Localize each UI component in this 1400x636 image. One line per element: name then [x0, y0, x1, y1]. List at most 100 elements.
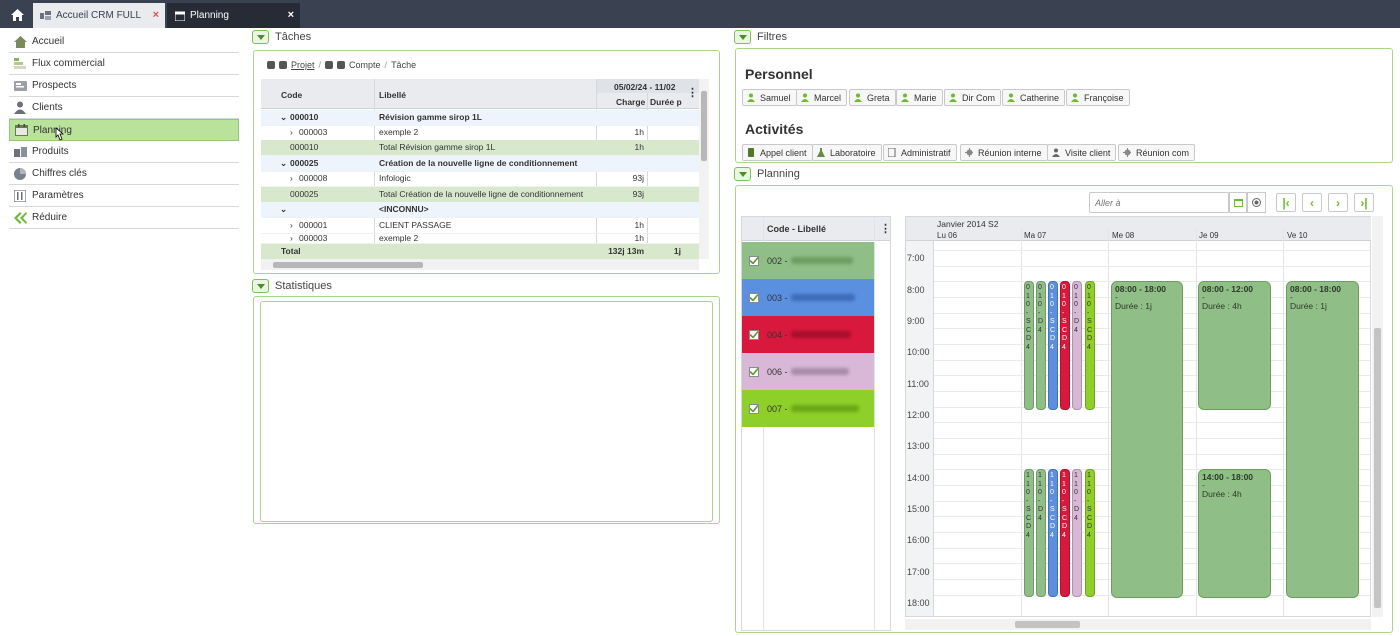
planning-header[interactable]: Planning: [734, 166, 800, 182]
event-me08[interactable]: 08:00 - 18:00 - Durée : 1j: [1111, 281, 1183, 598]
horizontal-scrollbar[interactable]: [905, 619, 1371, 630]
sidebar-item-accueil[interactable]: Accueil: [9, 31, 239, 53]
sidebar-item-chiffres-cles[interactable]: Chiffres clés: [9, 163, 239, 185]
vertical-scrollbar[interactable]: [699, 79, 709, 259]
table-row[interactable]: 000010 Total Révision gamme sirop 1L 1h: [261, 140, 699, 156]
table-row[interactable]: › 000003 exemple 2 1h: [261, 233, 699, 244]
event-narrow[interactable]: 010-SCD4: [1048, 281, 1058, 410]
chevron-down-icon[interactable]: [734, 167, 751, 181]
goto-date-input[interactable]: [1089, 192, 1229, 213]
table-row[interactable]: › 000001 CLIENT PASSAGE 1h: [261, 218, 699, 234]
filter-chip-reunion-interne[interactable]: Réunion interne: [960, 144, 1048, 161]
checkbox[interactable]: [749, 366, 759, 377]
statistiques-header[interactable]: Statistiques: [252, 278, 332, 294]
breadcrumb-projet[interactable]: Projet: [291, 60, 315, 70]
sidebar-item-prospects[interactable]: Prospects: [9, 75, 239, 97]
chevron-down-icon[interactable]: [252, 279, 269, 293]
event-je09-afternoon[interactable]: 14:00 - 18:00 - Durée : 4h: [1198, 469, 1271, 598]
table-row[interactable]: › 000003 exemple 2 1h: [261, 125, 699, 141]
column-header-code[interactable]: Code: [281, 90, 302, 100]
sidebar-item-flux-commercial[interactable]: Flux commercial: [9, 53, 239, 75]
filter-chip-catherine[interactable]: Catherine: [1002, 89, 1066, 106]
column-header-charge[interactable]: Charge: [616, 97, 645, 107]
checkbox[interactable]: [749, 292, 759, 303]
filter-chip-marcel[interactable]: Marcel: [796, 89, 848, 106]
sidebar-item-parametres[interactable]: Paramètres: [9, 185, 239, 207]
resource-header-label[interactable]: Code - Libellé: [767, 224, 826, 234]
checkbox[interactable]: [749, 403, 759, 414]
event-narrow[interactable]: 010-D4: [1072, 281, 1082, 410]
today-button[interactable]: [1247, 192, 1266, 213]
column-menu-icon[interactable]: ⋮: [880, 222, 891, 235]
first-page-button[interactable]: |‹: [1276, 193, 1296, 212]
day-header-je09[interactable]: Je 09: [1199, 231, 1219, 240]
filter-chip-samuel[interactable]: Samuel: [742, 89, 797, 106]
table-row[interactable]: 000025 Total Création de la nouvelle lig…: [261, 187, 699, 203]
tab-planning[interactable]: Planning ×: [167, 3, 300, 28]
resource-row-002[interactable]: 002 -: [742, 242, 874, 279]
breadcrumb-tache[interactable]: Tâche: [391, 60, 416, 70]
vertical-scrollbar[interactable]: [1372, 216, 1383, 617]
resource-row-007[interactable]: 007 -: [742, 390, 874, 427]
filter-chip-francoise[interactable]: Françoise: [1066, 89, 1130, 106]
event-narrow[interactable]: 110-D4: [1036, 469, 1046, 597]
close-icon[interactable]: ×: [153, 9, 159, 21]
collapse-all-icon[interactable]: [279, 61, 287, 69]
sidebar-item-planning[interactable]: Planning: [9, 119, 239, 141]
last-page-button[interactable]: ›|: [1354, 193, 1374, 212]
expand-icon[interactable]: [325, 61, 334, 69]
table-row[interactable]: ⌄ 000025 Création de la nouvelle ligne d…: [261, 156, 699, 172]
filter-chip-visite-client[interactable]: Visite client: [1047, 144, 1117, 161]
day-header-me08[interactable]: Me 08: [1112, 231, 1134, 240]
event-narrow[interactable]: 110-SCD4: [1048, 469, 1058, 597]
resource-row-004[interactable]: 004 -: [742, 316, 874, 353]
chevron-down-icon[interactable]: ⌄: [261, 204, 287, 215]
collapse-all-icon[interactable]: [337, 61, 346, 69]
sidebar-item-produits[interactable]: Produits: [9, 141, 239, 163]
breadcrumb-compte[interactable]: Compte: [349, 60, 381, 70]
horizontal-scrollbar[interactable]: [261, 260, 699, 270]
filter-chip-administratif[interactable]: Administratif: [883, 144, 957, 161]
filtres-header[interactable]: Filtres: [734, 29, 787, 45]
event-ve10[interactable]: 08:00 - 18:00 - Durée : 1j: [1286, 281, 1359, 598]
next-button[interactable]: ›: [1328, 193, 1348, 212]
table-row[interactable]: › 000008 Infologic 93j: [261, 171, 699, 187]
filter-chip-dir-com[interactable]: Dir Com: [944, 89, 1001, 106]
filter-chip-laboratoire[interactable]: Laboratoire: [812, 144, 882, 161]
column-menu-icon[interactable]: ⋮: [687, 86, 698, 99]
event-narrow[interactable]: 110-SCD4: [1085, 469, 1095, 597]
home-button[interactable]: [5, 3, 30, 26]
event-narrow[interactable]: 110-D4: [1072, 469, 1082, 597]
close-icon[interactable]: ×: [288, 9, 294, 21]
scroll-thumb[interactable]: [273, 262, 423, 268]
scroll-thumb[interactable]: [1374, 328, 1381, 608]
table-row[interactable]: ⌄ 000010 Révision gamme sirop 1L: [261, 110, 699, 126]
column-header-libelle[interactable]: Libellé: [379, 90, 406, 100]
tab-accueil-crm[interactable]: Accueil CRM FULL ×: [33, 3, 165, 28]
checkbox[interactable]: [749, 329, 759, 340]
day-header-lu06[interactable]: Lu 06: [937, 231, 957, 240]
taches-header[interactable]: Tâches: [252, 29, 311, 45]
event-je09-morning[interactable]: 08:00 - 12:00 - Durée : 4h: [1198, 281, 1271, 410]
scroll-thumb[interactable]: [701, 91, 707, 161]
expand-icon[interactable]: [267, 61, 275, 69]
scroll-thumb[interactable]: [1015, 621, 1080, 628]
event-narrow[interactable]: 010-SCD4: [1060, 281, 1070, 410]
day-header-ve10[interactable]: Ve 10: [1287, 231, 1307, 240]
sidebar-item-clients[interactable]: Clients: [9, 97, 239, 119]
sidebar-item-reduire[interactable]: Réduire: [9, 207, 239, 229]
event-narrow[interactable]: 010-SCD4: [1085, 281, 1095, 410]
chevron-down-icon[interactable]: [734, 30, 751, 44]
resource-row-006[interactable]: 006 -: [742, 353, 874, 390]
resource-row-003[interactable]: 003 -: [742, 279, 874, 316]
chevron-down-icon[interactable]: [252, 30, 269, 44]
filter-chip-greta[interactable]: Greta: [849, 89, 896, 106]
calendar-picker-button[interactable]: [1229, 192, 1247, 213]
filter-chip-marie[interactable]: Marie: [896, 89, 943, 106]
filter-chip-reunion-com[interactable]: Réunion com: [1118, 144, 1196, 161]
checkbox[interactable]: [749, 255, 759, 266]
event-narrow[interactable]: 110-SCD4: [1024, 469, 1034, 597]
event-narrow[interactable]: 010-SCD4: [1024, 281, 1034, 410]
previous-button[interactable]: ‹: [1302, 193, 1322, 212]
event-narrow[interactable]: 010-D4: [1036, 281, 1046, 410]
